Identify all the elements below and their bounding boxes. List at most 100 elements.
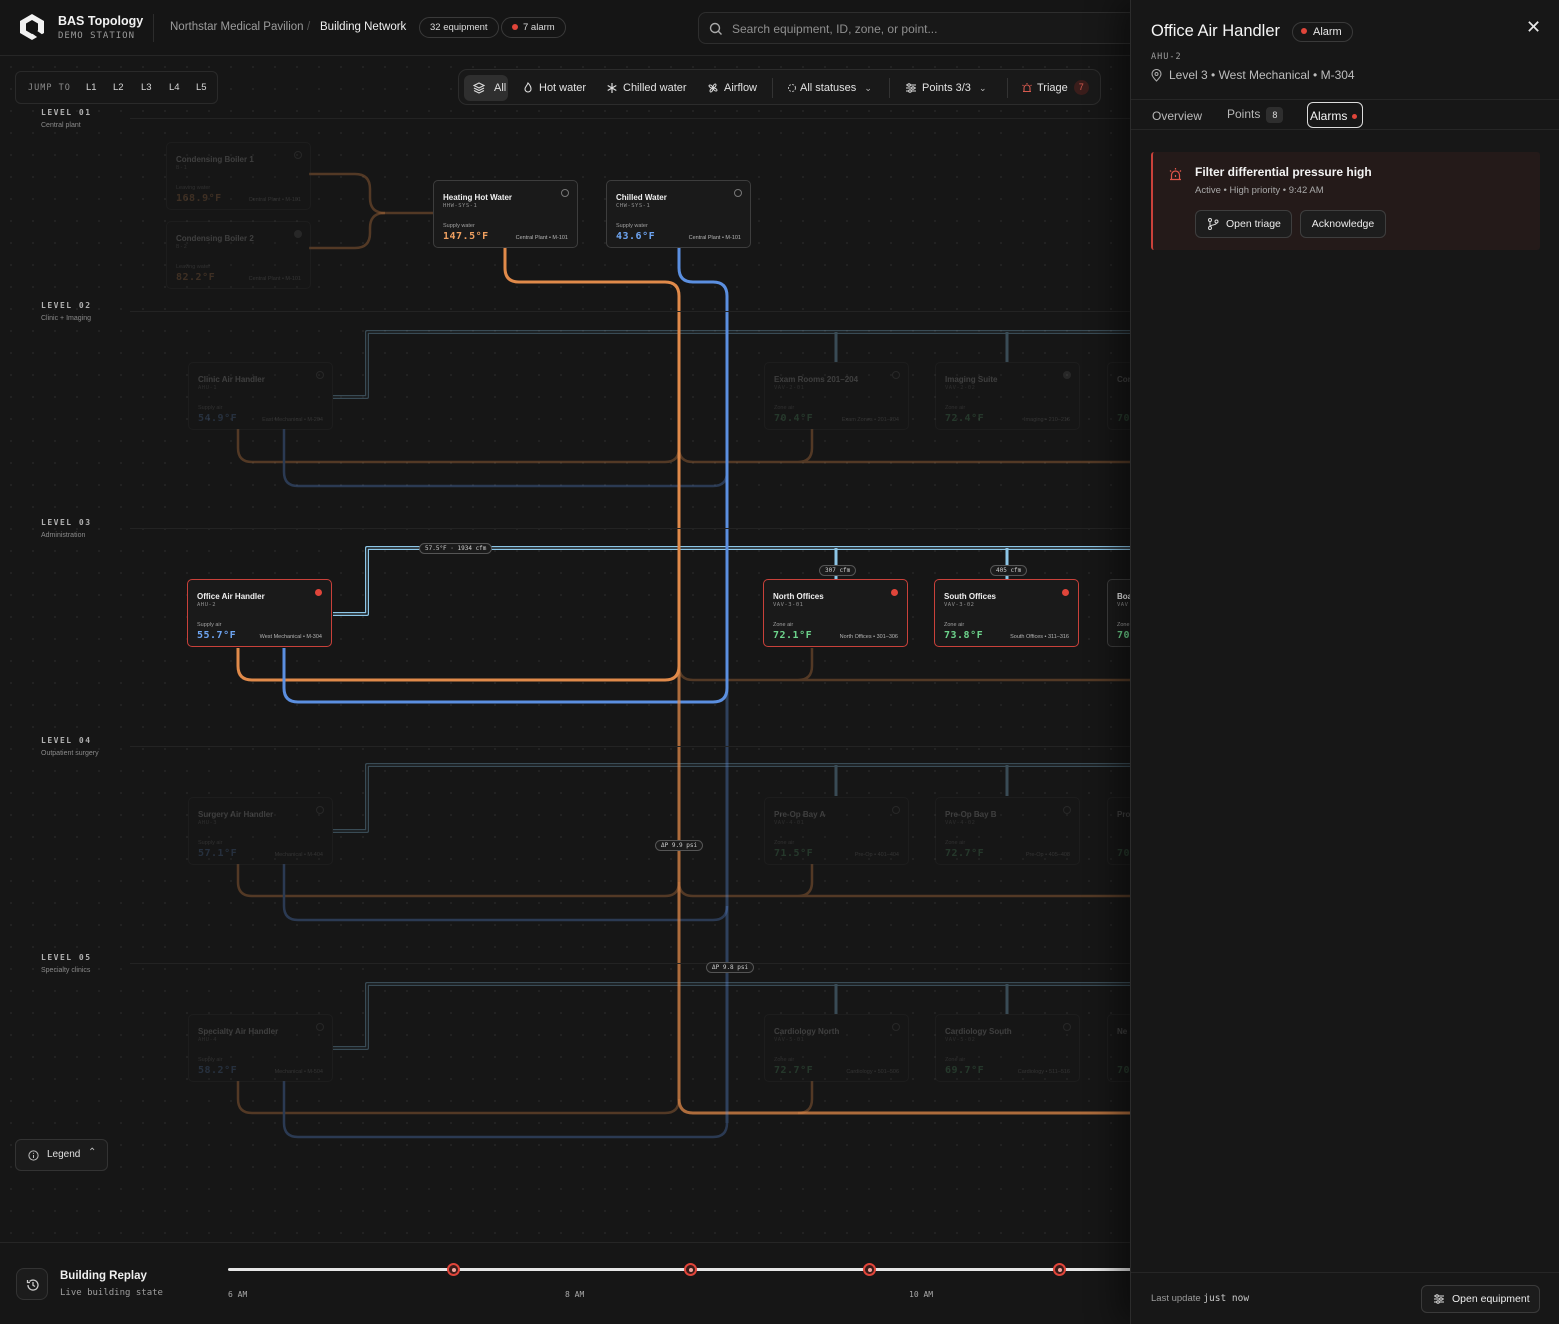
- equipment-node-clinic-ahu[interactable]: Clinic Air Handler AHU-1 Supply air 54.9…: [188, 362, 333, 430]
- alarm-count: 7 alarm: [523, 22, 555, 33]
- node-id: VAV: [1117, 602, 1129, 608]
- filter-all[interactable]: All: [464, 75, 508, 101]
- info-icon: [28, 1150, 39, 1161]
- legend-toggle[interactable]: Legend ⌃: [15, 1139, 108, 1171]
- acknowledge-button[interactable]: Acknowledge: [1300, 210, 1386, 238]
- level-divider: [130, 528, 1130, 529]
- breadcrumb-view[interactable]: Building Network: [320, 21, 406, 33]
- node-point-label: Supply water: [616, 223, 648, 229]
- filter-triage[interactable]: Triage 7: [1017, 75, 1089, 101]
- equipment-node-preop-b[interactable]: Pre-Op Bay B VAV-4-02 Zone air 72.7°F Pr…: [935, 797, 1080, 865]
- node-point-value: 43.6°F: [616, 231, 656, 242]
- node-location: Pre-Op • 405–408: [1025, 852, 1070, 858]
- node-location: Cardiology • 511–516: [1017, 1069, 1070, 1075]
- node-point-label: Leaving water: [176, 264, 211, 270]
- equipment-node-office-ahu[interactable]: Office Air Handler AHU-2 Supply air 55.7…: [187, 579, 332, 647]
- alarm-event-marker[interactable]: [1053, 1263, 1066, 1276]
- tab-overview[interactable]: Overview: [1152, 109, 1202, 123]
- tab-alarms[interactable]: Alarms: [1310, 109, 1358, 123]
- jump-level-5[interactable]: L5: [196, 82, 207, 93]
- filter-statuses-dropdown[interactable]: All statuses ⌄: [783, 75, 872, 101]
- filter-all-label: All: [494, 82, 507, 94]
- equipment-count-badge[interactable]: 32 equipment: [419, 17, 499, 38]
- node-id: HHW-SYS-1: [443, 203, 478, 209]
- divider: [153, 14, 154, 42]
- gear-icon: [892, 1023, 900, 1031]
- equipment-node-south-offices[interactable]: South Offices VAV-3-02 Zone air 73.8°F S…: [934, 579, 1079, 647]
- node-id: VAV-5-02: [945, 1037, 976, 1043]
- search-input[interactable]: Search equipment, ID, zone, or point...: [698, 12, 1148, 44]
- node-point-label: Supply air: [198, 405, 223, 411]
- equipment-node-preop-a[interactable]: Pre-Op Bay A VAV-4-01 Zone air 71.5°F Pr…: [764, 797, 909, 865]
- jump-level-4[interactable]: L4: [169, 82, 180, 93]
- node-location: North Offices • 301–306: [839, 634, 898, 640]
- level-5-title: LEVEL 05: [41, 953, 92, 962]
- tab-points[interactable]: Points 8: [1227, 107, 1284, 123]
- filter-statuses-label: All statuses: [800, 82, 857, 94]
- jump-level-1[interactable]: L1: [86, 82, 97, 93]
- filter-hot-water[interactable]: Hot water: [517, 75, 586, 101]
- node-location: East Mechanical • M-204: [262, 417, 323, 423]
- equipment-node-exam-rooms[interactable]: Exam Rooms 201–204 VAV-2-01 Zone air 70.…: [764, 362, 909, 430]
- gear-icon: [316, 1023, 324, 1031]
- tab-points-count: 8: [1266, 107, 1284, 123]
- replay-title: Building Replay: [60, 1270, 147, 1282]
- alarm-dot-icon: [512, 24, 518, 30]
- node-point-label: Zone air: [944, 622, 965, 628]
- filter-points-dropdown[interactable]: Points 3/3 ⌄: [901, 75, 987, 101]
- filter-airflow[interactable]: Airflow: [702, 75, 757, 101]
- alarm-count-badge[interactable]: 7 alarm: [501, 17, 566, 38]
- equipment-node-chilled-water[interactable]: Chilled Water CHW-SYS-1 Supply water 43.…: [606, 180, 751, 248]
- alarm-event-marker[interactable]: [447, 1263, 460, 1276]
- node-point-value: 71.5°F: [774, 848, 814, 859]
- equipment-node-north-offices[interactable]: North Offices VAV-3-01 Zone air 72.1°F N…: [763, 579, 908, 647]
- tab-points-label: Points: [1227, 107, 1261, 121]
- node-point-value: 82.2°F: [176, 272, 216, 283]
- node-id: VAV-3-01: [773, 602, 804, 608]
- equipment-node-boiler-1[interactable]: Condensing Boiler 1 B-1 Leaving water 16…: [166, 142, 311, 210]
- legend-label: Legend: [47, 1149, 81, 1160]
- l2-hw-return: [236, 429, 681, 464]
- filter-divider: [889, 78, 890, 98]
- equipment-node-boiler-2[interactable]: Condensing Boiler 2 B-2 Leaving water 82…: [166, 221, 311, 289]
- airflow-readout: 57.5°F · 1934 cfm: [419, 543, 493, 554]
- panel-tabs: Overview Points 8 Alarms: [1131, 99, 1559, 130]
- tab-alarms-label: Alarms: [1310, 109, 1348, 123]
- gear-icon: [294, 151, 302, 159]
- filter-chilled-water[interactable]: Chilled water: [601, 75, 687, 101]
- node-point-label: Zone air: [773, 622, 794, 628]
- breadcrumb-site[interactable]: Northstar Medical Pavilion: [170, 21, 304, 33]
- jump-to-levels: JUMP TO L1 L2 L3 L4 L5: [15, 71, 218, 104]
- boiler-hw-pipe-2: [309, 211, 386, 250]
- open-equipment-button[interactable]: Open equipment: [1421, 1285, 1540, 1313]
- replay-timeline[interactable]: [228, 1268, 1228, 1271]
- alarm-detail: Active • High priority • 9:42 AM: [1195, 185, 1324, 196]
- equipment-node-specialty-ahu[interactable]: Specialty Air Handler AHU-4 Supply air 5…: [188, 1014, 333, 1082]
- open-triage-button[interactable]: Open triage: [1195, 210, 1292, 238]
- jump-label: JUMP TO: [28, 83, 71, 93]
- jump-level-2[interactable]: L2: [113, 82, 124, 93]
- status-dot-icon: [1063, 371, 1071, 379]
- jump-level-3[interactable]: L3: [141, 82, 152, 93]
- node-point-label: Supply air: [198, 1057, 223, 1063]
- level-1-subtitle: Central plant: [41, 122, 81, 129]
- node-point-label: Supply air: [198, 840, 223, 846]
- alarm-event-marker[interactable]: [863, 1263, 876, 1276]
- equipment-node-cardiology-north[interactable]: Cardiology North VAV-5-01 Zone air 72.7°…: [764, 1014, 909, 1082]
- equipment-node-heating-hot-water[interactable]: Heating Hot Water HHW-SYS-1 Supply water…: [433, 180, 578, 248]
- l3-cw-loop: [282, 648, 729, 704]
- equipment-node-cardiology-south[interactable]: Cardiology South VAV-5-02 Zone air 69.7°…: [935, 1014, 1080, 1082]
- filter-hot-water-label: Hot water: [539, 82, 587, 94]
- close-icon[interactable]: ✕: [1526, 17, 1541, 38]
- node-title: Pro: [1117, 810, 1131, 819]
- level-3-title: LEVEL 03: [41, 518, 92, 527]
- alarm-bell-icon: [1022, 83, 1032, 93]
- equipment-node-imaging-suite[interactable]: Imaging Suite VAV-2-02 Zone air 72.4°F I…: [935, 362, 1080, 430]
- equipment-node-surgery-ahu[interactable]: Surgery Air Handler AHU-3 Supply air 57.…: [188, 797, 333, 865]
- node-title: Ne: [1117, 1027, 1128, 1036]
- history-icon[interactable]: [16, 1268, 48, 1300]
- node-point-value: 73.8°F: [944, 630, 984, 641]
- pressure-readout: ΔP 9.8 psi: [706, 962, 755, 973]
- breadcrumb-separator: /: [307, 21, 311, 33]
- alarm-event-marker[interactable]: [684, 1263, 697, 1276]
